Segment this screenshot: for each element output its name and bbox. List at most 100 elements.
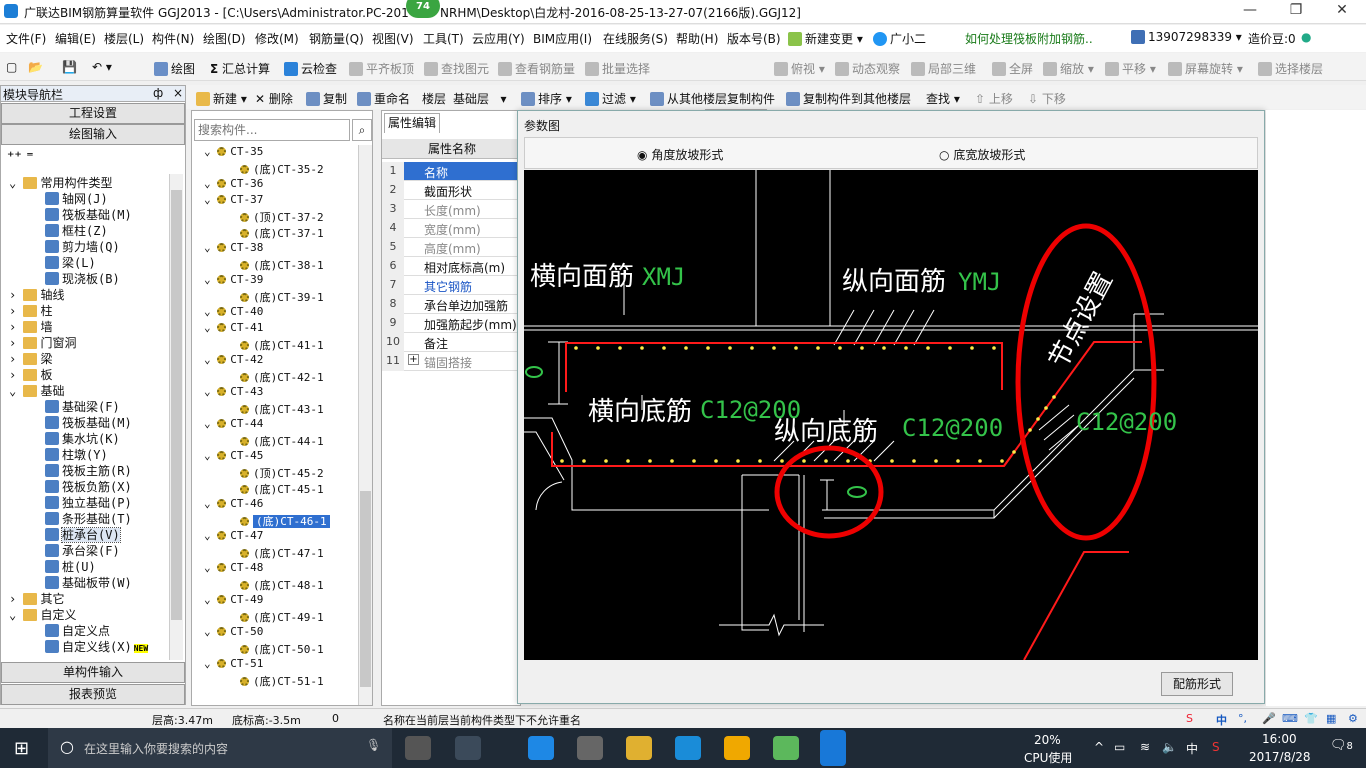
ime-punct-icon[interactable]: °, — [1238, 712, 1247, 725]
component-item[interactable]: ⌄ CT-48 — [204, 561, 263, 577]
component-item[interactable]: ⌄ CT-41 — [204, 321, 263, 337]
undo-icon[interactable]: ↶ ▾ — [92, 60, 112, 74]
nav-folder[interactable]: › 墙 — [9, 318, 52, 334]
property-row[interactable]: 4 宽度(mm) — [382, 219, 522, 238]
component-sub-item[interactable]: (底)CT-50-1 — [240, 641, 324, 657]
collapsed-chevron-icon[interactable]: › — [9, 368, 23, 382]
collapsed-chevron-icon[interactable]: › — [9, 336, 23, 350]
local-3d-button[interactable]: 局部三维 — [911, 60, 976, 77]
taskbar-search-box[interactable]: ○ 在这里输入你要搜索的内容 🎙 — [48, 728, 392, 768]
filter-button[interactable]: 过滤 ▾ — [585, 90, 636, 107]
expanded-chevron-icon[interactable]: ⌄ — [204, 497, 217, 510]
component-item[interactable]: ⌄ CT-44 — [204, 417, 263, 433]
component-sub-item[interactable]: (底)CT-39-1 — [240, 289, 324, 305]
component-item[interactable]: ⌄ CT-36 — [204, 177, 263, 193]
property-row[interactable]: 6 相对底标高(m) — [382, 257, 522, 276]
windows-start-icon[interactable]: ⊞ — [14, 738, 29, 759]
single-component-input-button[interactable]: 单构件输入 — [1, 662, 185, 683]
property-row[interactable]: 11 + 锚固搭接 — [382, 352, 522, 371]
minimize-button[interactable]: — — [1230, 2, 1270, 22]
account-phone[interactable]: 13907298339 ▾ — [1131, 30, 1242, 44]
nav-folder[interactable]: › 柱 — [9, 302, 52, 318]
nav-component-type[interactable]: 桩承台(V) — [45, 526, 121, 543]
nav-folder[interactable]: › 梁 — [9, 350, 52, 366]
component-item[interactable]: ⌄ CT-39 — [204, 273, 263, 289]
pin-icon[interactable]: ф — [153, 86, 163, 100]
component-sub-item[interactable]: (底)CT-43-1 — [240, 401, 324, 417]
nav-folder[interactable]: ⌄ 自定义 — [9, 606, 76, 622]
nav-component-type[interactable]: 筏板基础(M) — [45, 206, 132, 222]
component-sub-item[interactable]: (顶)CT-37-2 — [240, 209, 324, 225]
nav-component-type[interactable]: 基础梁(F) — [45, 398, 120, 414]
nav-component-type[interactable]: 柱墩(Y) — [45, 446, 108, 462]
component-list-scrollbar[interactable] — [358, 145, 372, 705]
nav-scrollbar[interactable] — [169, 174, 183, 660]
expanded-chevron-icon[interactable]: ⌄ — [204, 145, 217, 158]
property-row[interactable]: 8 承台单边加强筋 — [382, 295, 522, 314]
menu-rebar-qty[interactable]: 钢筋量(Q) — [309, 30, 364, 47]
rename-button[interactable]: 重命名 — [357, 90, 410, 107]
menu-tools[interactable]: 工具(T) — [423, 30, 464, 47]
nav-component-type[interactable]: 框柱(Z) — [45, 222, 108, 238]
save-icon[interactable]: 💾 — [62, 60, 77, 74]
component-sub-item[interactable]: (顶)CT-45-2 — [240, 465, 324, 481]
menu-help[interactable]: 帮助(H) — [676, 30, 718, 47]
expanded-chevron-icon[interactable]: ⌄ — [9, 176, 23, 190]
nav-component-type[interactable]: 集水坑(K) — [45, 430, 120, 446]
clock-time[interactable]: 16:00 — [1262, 732, 1297, 746]
expanded-chevron-icon[interactable]: ⌄ — [204, 273, 217, 286]
expanded-chevron-icon[interactable]: ⌄ — [204, 385, 217, 398]
collapsed-chevron-icon[interactable]: › — [9, 304, 23, 318]
clock-date[interactable]: 2017/8/28 — [1249, 750, 1311, 764]
assistant-button[interactable]: 广小二 — [873, 30, 926, 47]
dynamic-observe-button[interactable]: 动态观察 — [835, 60, 900, 77]
component-item[interactable]: ⌄ CT-43 — [204, 385, 263, 401]
component-sub-item[interactable]: (底)CT-41-1 — [240, 337, 324, 353]
task-view-icon[interactable] — [405, 736, 431, 760]
nav-component-type[interactable]: 自定义线(X) NEW — [45, 638, 149, 654]
expanded-chevron-icon[interactable]: ⌄ — [204, 417, 217, 430]
tab-property-edit[interactable]: 属性编辑 — [384, 113, 440, 133]
component-item[interactable]: ⌄ CT-42 — [204, 353, 263, 369]
wifi-icon[interactable]: ≋ — [1140, 740, 1150, 754]
close-panel-icon[interactable]: × — [173, 86, 183, 100]
nav-folder[interactable]: › 板 — [9, 366, 52, 382]
cloud-check-button[interactable]: 云检查 — [284, 60, 337, 77]
edge-browser-icon[interactable] — [528, 736, 554, 760]
expanded-chevron-icon[interactable]: ⌄ — [204, 353, 217, 366]
move-up-button[interactable]: ⇧ 上移 — [975, 90, 1013, 107]
expanded-chevron-icon[interactable]: ⌄ — [204, 657, 217, 670]
component-sub-item[interactable]: (底)CT-44-1 — [240, 433, 324, 449]
expand-plus-icon[interactable]: + — [408, 354, 419, 365]
expand-all-icon[interactable]: ⁺⁺ — [7, 149, 22, 165]
restore-button[interactable]: ❐ — [1276, 2, 1316, 22]
menu-edit[interactable]: 编辑(E) — [55, 30, 96, 47]
collapsed-chevron-icon[interactable]: › — [9, 592, 23, 606]
tray-expand-icon[interactable]: ^ — [1094, 740, 1104, 754]
glodon-g-icon[interactable] — [675, 736, 701, 760]
nav-component-type[interactable]: 现浇板(B) — [45, 270, 120, 286]
toolbox-icon[interactable]: ▦ — [1326, 712, 1336, 725]
find-element-button[interactable]: 查找图元 — [424, 60, 489, 77]
component-sub-item[interactable]: (底)CT-49-1 — [240, 609, 324, 625]
component-sub-item[interactable]: (底)CT-47-1 — [240, 545, 324, 561]
expanded-chevron-icon[interactable]: ⌄ — [204, 593, 217, 606]
expanded-chevron-icon[interactable]: ⌄ — [204, 321, 217, 334]
app-swirl-icon[interactable] — [455, 736, 481, 760]
nav-component-type[interactable]: 筏板主筋(R) — [45, 462, 132, 478]
menu-draw[interactable]: 绘图(D) — [203, 30, 246, 47]
nav-component-type[interactable]: 条形基础(T) — [45, 510, 132, 526]
property-row[interactable]: 10 备注 — [382, 333, 522, 352]
expanded-chevron-icon[interactable]: ⌄ — [204, 241, 217, 254]
menu-cloud[interactable]: 云应用(Y) — [472, 30, 525, 47]
microphone-icon[interactable]: 🎤 — [1262, 712, 1276, 725]
nav-component-type[interactable]: 筏板基础(M) — [45, 414, 132, 430]
ime-lang-indicator[interactable]: 中 — [1216, 712, 1227, 728]
collapse-all-icon[interactable]: ⁼ — [26, 149, 33, 165]
menu-floor[interactable]: 楼层(L) — [104, 30, 144, 47]
batch-select-button[interactable]: 批量选择 — [585, 60, 650, 77]
collapsed-chevron-icon[interactable]: › — [9, 288, 23, 302]
component-sub-item[interactable]: (底)CT-45-1 — [240, 481, 324, 497]
component-sub-item[interactable]: (底)CT-51-1 — [240, 673, 324, 689]
component-sub-item[interactable]: (底)CT-48-1 — [240, 577, 324, 593]
